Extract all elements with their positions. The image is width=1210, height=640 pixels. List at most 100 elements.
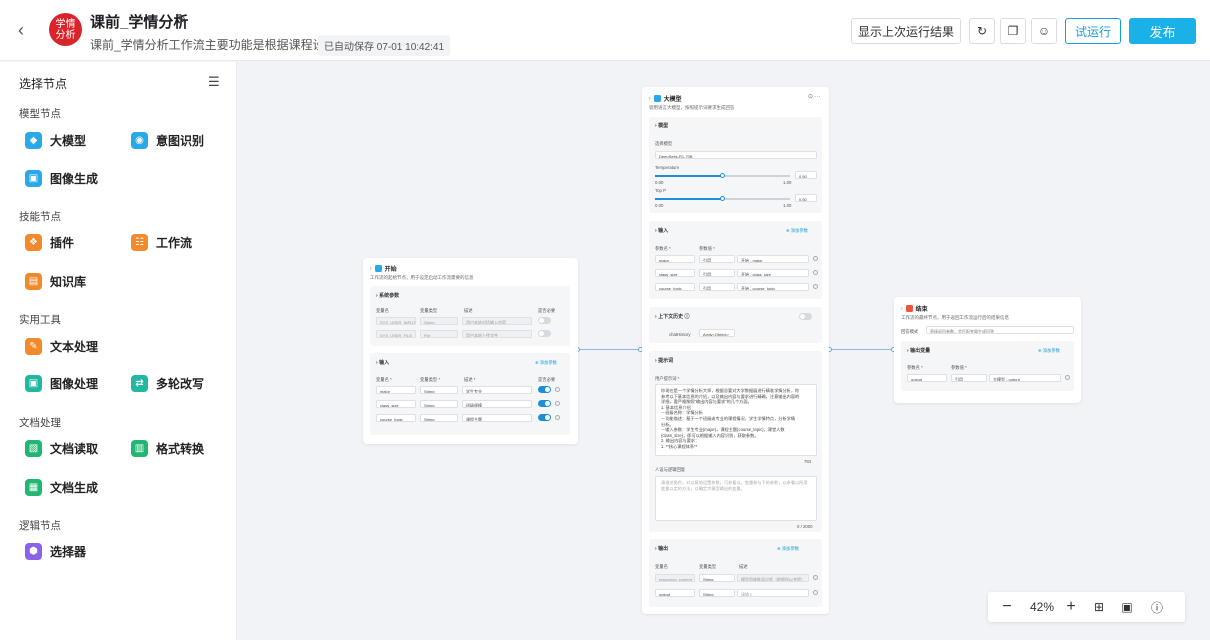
- edit-pencil-icon[interactable]: ✎: [176, 11, 188, 28]
- add-param-button[interactable]: ⊕ 添加参数: [1038, 348, 1060, 354]
- end-output-title[interactable]: › 输出变量: [907, 347, 930, 354]
- sidebar-item-label: 图像生成: [50, 172, 99, 186]
- doc-read-icon: ▧: [25, 440, 42, 457]
- add-param-button[interactable]: ⊕ 添加参数: [777, 546, 799, 552]
- param-value-select[interactable]: 开始 - course_topic: [737, 283, 809, 291]
- user-permission-icon[interactable]: ☺: [1031, 18, 1057, 44]
- delete-icon[interactable]: [813, 270, 818, 275]
- fit-view-icon[interactable]: ▣: [1114, 600, 1140, 614]
- output-var-desc[interactable]: 请输入: [737, 589, 809, 597]
- var-desc-input[interactable]: 课程主题: [462, 414, 532, 422]
- sidebar-item-rewrite[interactable]: ⇄ 多轮改写: [131, 375, 204, 392]
- add-param-button[interactable]: ⊕ 添加参数: [786, 228, 808, 234]
- delete-icon[interactable]: [813, 590, 818, 595]
- delete-icon[interactable]: [555, 401, 560, 406]
- required-toggle[interactable]: [538, 400, 551, 407]
- end-node[interactable]: › 结束 工作流的最终节点，用于返回工作流运行后的结果信息 回答模式 直接返回参数…: [894, 297, 1081, 403]
- sidebar-item-workflow[interactable]: ☷ 工作流: [131, 234, 192, 251]
- param-value-select[interactable]: 开始 - class_size: [737, 269, 809, 277]
- help-icon[interactable]: ⓘ: [1140, 599, 1174, 616]
- system-params-title[interactable]: › 系统参数: [376, 292, 399, 299]
- required-toggle[interactable]: [538, 386, 551, 393]
- history-icon[interactable]: ↻: [969, 18, 995, 44]
- output-var-name[interactable]: output: [655, 589, 695, 597]
- sidebar-item-plugin[interactable]: ❖ 插件: [25, 234, 74, 251]
- temperature-slider[interactable]: [655, 173, 790, 178]
- param-name-input[interactable]: class_size: [655, 269, 695, 277]
- workflow-canvas[interactable]: › 开始 工作流的起始节点，用于设定启动工作流需要的信息 › 系统参数 变量名 变…: [238, 62, 1210, 640]
- sidebar-item-doc-read[interactable]: ▧ 文档读取: [25, 440, 98, 457]
- sidebar-item-knowledge[interactable]: ▤ 知识库: [25, 273, 86, 290]
- input-section-title[interactable]: › 输入: [376, 359, 389, 366]
- delete-icon[interactable]: [1065, 375, 1070, 380]
- delete-icon[interactable]: [555, 387, 560, 392]
- output-var-type[interactable]: String: [699, 589, 735, 597]
- delete-icon[interactable]: [813, 284, 818, 289]
- top-p-slider[interactable]: [655, 196, 790, 201]
- grid-layout-icon[interactable]: ⊞: [1084, 600, 1114, 614]
- sidebar-item-image-proc[interactable]: ▣ 图像处理: [25, 375, 98, 392]
- var-name-input[interactable]: class_size: [376, 400, 416, 408]
- sidebar-item-doc-gen[interactable]: ▦ 文档生成: [25, 479, 98, 496]
- zoom-out-icon[interactable]: −: [988, 598, 1026, 616]
- sidebar-item-intent[interactable]: ◉ 意图识别: [131, 132, 204, 149]
- sidebar-item-format[interactable]: ▥ 格式转换: [131, 440, 204, 457]
- top-p-input[interactable]: 0.50: [795, 194, 817, 202]
- param-name-input[interactable]: course_topic: [655, 283, 695, 291]
- zoom-toolbar: − 42% + ⊞ ▣ ⓘ: [988, 592, 1185, 622]
- temperature-input[interactable]: 0.50: [795, 171, 817, 179]
- context-history-title[interactable]: › 上下文历史 ⓘ: [655, 313, 689, 320]
- test-run-button[interactable]: 试运行: [1065, 18, 1121, 44]
- model-select[interactable]: DeepSeek-R1-70B: [655, 151, 817, 159]
- col-header: 变量名: [655, 564, 668, 569]
- add-param-button[interactable]: ⊕ 添加参数: [535, 360, 557, 366]
- slider-knob[interactable]: [720, 196, 725, 201]
- slider-knob[interactable]: [720, 173, 725, 178]
- var-type-select[interactable]: String: [420, 400, 458, 408]
- slider-fill: [655, 175, 723, 177]
- llm-node[interactable]: › 大模型 ⊙ ··· 调用语言大模型，按照提示词要求生成回答 › 模型 选择模型…: [642, 87, 829, 614]
- copy-icon[interactable]: ❐: [1000, 18, 1026, 44]
- llm-output-title[interactable]: › 输出: [655, 545, 668, 552]
- context-toggle[interactable]: [799, 313, 812, 320]
- show-last-result-button[interactable]: 显示上次运行结果: [851, 18, 961, 44]
- delete-icon[interactable]: [813, 575, 818, 580]
- delete-icon[interactable]: [813, 256, 818, 261]
- sidebar-item-image-gen[interactable]: ▣ 图像生成: [25, 170, 98, 187]
- param-value-select[interactable]: 大模型 - output: [989, 374, 1061, 382]
- sidebar-item-text[interactable]: ✎ 文本处理: [25, 338, 98, 355]
- delete-icon[interactable]: [555, 415, 560, 420]
- model-section-title[interactable]: › 模型: [655, 122, 668, 129]
- user-prompt-label: 用户提示词 *: [655, 376, 680, 381]
- col-header: 参数名 *: [907, 365, 923, 370]
- param-name-input[interactable]: major: [655, 255, 695, 263]
- var-name-input[interactable]: major: [376, 386, 416, 394]
- collapse-sidebar-icon[interactable]: ☰: [208, 74, 220, 90]
- var-type-select[interactable]: String: [420, 414, 458, 422]
- sidebar-item-llm[interactable]: ◆ 大模型: [25, 132, 86, 149]
- more-options-icon[interactable]: ⊙ ···: [808, 93, 821, 100]
- range-min: 0.00: [655, 180, 664, 185]
- prompt-section-title[interactable]: › 提示词: [655, 357, 673, 364]
- var-name-input[interactable]: course_topic: [376, 414, 416, 422]
- sidebar-item-selector[interactable]: ⬢ 选择器: [25, 543, 86, 560]
- var-type-select[interactable]: String: [420, 386, 458, 394]
- param-kind-select[interactable]: 引用: [699, 269, 735, 277]
- var-desc-input[interactable]: 学生专业: [462, 386, 532, 394]
- llm-input-title[interactable]: › 输入: [655, 227, 668, 234]
- output-var-type[interactable]: String: [699, 574, 735, 582]
- param-kind-select[interactable]: 引用: [699, 255, 735, 263]
- zoom-in-icon[interactable]: +: [1058, 598, 1084, 616]
- user-prompt-textarea[interactable]: 你现在是一个学情分析大师，根据总要对大学数据展进行精准学情分析，你 参考以下基本信…: [655, 384, 817, 456]
- param-name-input[interactable]: output: [907, 374, 947, 382]
- start-node[interactable]: › 开始 工作流的起始节点，用于设定启动工作流需要的信息 › 系统参数 变量名 变…: [363, 258, 578, 444]
- param-kind-select[interactable]: 引用: [951, 374, 987, 382]
- answer-mode-select[interactable]: 直接返回参数，会匹配变量生成回答: [926, 326, 1074, 334]
- param-value-select[interactable]: 开始 - major: [737, 255, 809, 263]
- required-toggle[interactable]: [538, 414, 551, 421]
- publish-button[interactable]: 发布: [1129, 18, 1196, 44]
- back-arrow-icon[interactable]: ‹: [18, 20, 32, 40]
- reasoning-textarea[interactable]: 请描述角色，对以意地设置参数，可参看以，变量参与下的参数，以参看以所用变量以定的…: [655, 476, 817, 521]
- var-desc-input[interactable]: 班级规模: [462, 400, 532, 408]
- param-kind-select[interactable]: 引用: [699, 283, 735, 291]
